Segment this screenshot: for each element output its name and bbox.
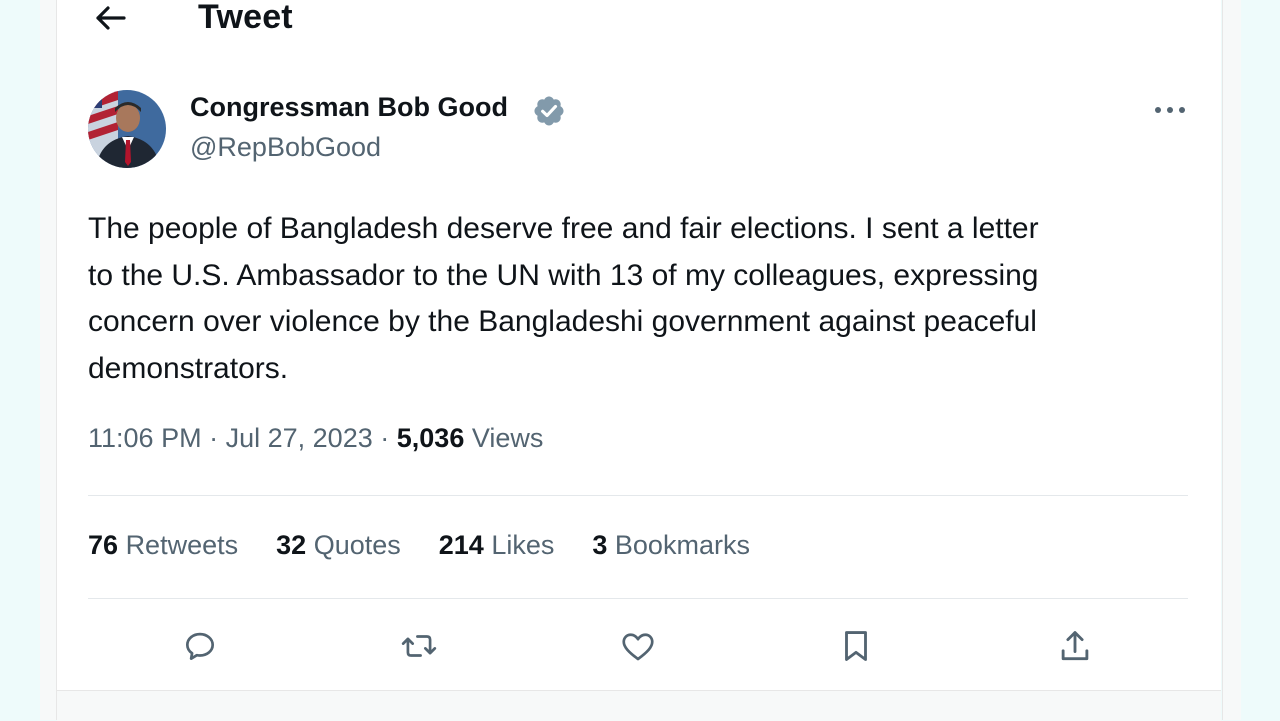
tweet-meta: 11:06 PM · Jul 27, 2023 · 5,036 Views (88, 423, 543, 454)
author-display-name[interactable]: Congressman Bob Good (190, 92, 508, 123)
back-arrow-icon (96, 6, 126, 30)
more-options-button[interactable] (1148, 94, 1192, 126)
likes-stat[interactable]: 214 Likes (439, 530, 555, 561)
retweet-icon (401, 635, 437, 657)
meta-separator: · (380, 423, 390, 453)
quotes-stat[interactable]: 32 Quotes (276, 530, 401, 561)
page-title: Tweet (198, 0, 293, 36)
reply-button[interactable] (176, 622, 224, 670)
avatar[interactable] (88, 90, 166, 168)
tweet-text-line: concern over violence by the Bangladeshi… (88, 305, 1037, 338)
like-button[interactable] (614, 622, 662, 670)
bookmark-button[interactable] (832, 622, 880, 670)
tweet-text: The people of Bangladesh deserve free an… (88, 206, 1198, 392)
bookmarks-label: Bookmarks (614, 530, 750, 560)
meta-separator: · (209, 423, 219, 453)
bookmarks-stat[interactable]: 3 Bookmarks (592, 530, 750, 561)
like-icon (622, 633, 654, 661)
reply-icon (185, 632, 215, 661)
quotes-count: 32 (276, 530, 307, 560)
next-item-edge (57, 690, 1221, 721)
left-panel-edge (40, 0, 57, 720)
retweets-stat[interactable]: 76 Retweets (88, 530, 238, 561)
views-label: Views (471, 423, 544, 453)
retweet-button[interactable] (395, 622, 443, 670)
verified-badge-icon (534, 96, 564, 126)
share-icon (1061, 631, 1089, 661)
tweet-text-line: The people of Bangladesh deserve free an… (88, 212, 1039, 245)
back-button[interactable] (88, 0, 132, 36)
avatar-image (88, 90, 166, 168)
bookmarks-count: 3 (592, 530, 608, 560)
engagement-stats: 76 Retweets 32 Quotes 214 Likes 3 Bookma… (88, 530, 788, 561)
more-dots-icon (1155, 107, 1185, 113)
bookmark-icon (845, 631, 867, 661)
quotes-label: Quotes (313, 530, 401, 560)
share-button[interactable] (1051, 622, 1099, 670)
author-handle[interactable]: @RepBobGood (190, 132, 381, 163)
tweet-date[interactable]: Jul 27, 2023 (226, 423, 373, 453)
retweets-label: Retweets (125, 530, 239, 560)
retweets-count: 76 (88, 530, 119, 560)
left-background (0, 0, 40, 720)
divider (88, 598, 1188, 599)
likes-count: 214 (438, 530, 484, 560)
action-bar (0, 622, 1280, 670)
views-count: 5,036 (396, 423, 465, 453)
divider (88, 495, 1188, 496)
tweet-text-line: to the U.S. Ambassador to the UN with 13… (88, 258, 1039, 292)
right-background (1240, 0, 1280, 720)
likes-label: Likes (491, 530, 555, 560)
tweet-time[interactable]: 11:06 PM (88, 423, 202, 453)
right-panel-edge (1222, 0, 1241, 720)
tweet-text-line: demonstrators. (88, 351, 289, 385)
